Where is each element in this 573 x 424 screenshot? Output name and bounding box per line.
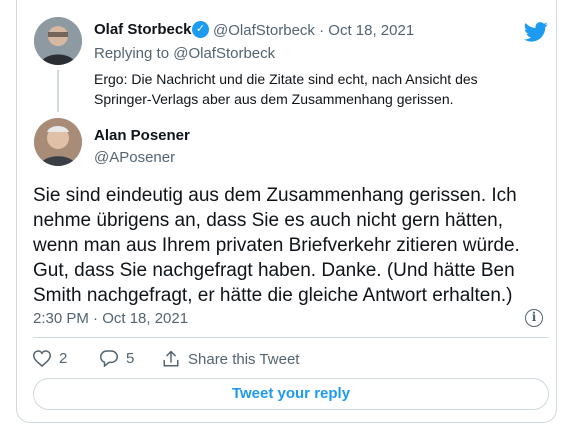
share-label: Share this Tweet — [188, 350, 300, 368]
like-count: 2 — [59, 350, 68, 367]
twitter-bird-icon[interactable] — [524, 22, 548, 42]
reply-bubble-icon — [100, 350, 118, 367]
separator-dot: · — [319, 22, 325, 39]
replying-to-prefix: Replying to — [94, 45, 170, 62]
quoted-handle[interactable]: @OlafStorbeck — [213, 22, 315, 39]
thread-connector-line — [57, 70, 59, 112]
heart-icon — [33, 350, 51, 367]
tweet-timestamp[interactable]: 2:30 PM · Oct 18, 2021 — [33, 310, 188, 327]
like-button[interactable]: 2 — [33, 350, 67, 367]
reply-count: 5 — [126, 350, 135, 367]
info-icon[interactable]: i — [525, 309, 543, 327]
quoted-author-handle-date[interactable]: @OlafStorbeck · Oct 18, 2021 — [213, 22, 414, 39]
quoted-author-name[interactable]: Olaf Storbeck — [94, 21, 192, 38]
replying-to-line: Replying to @OlafStorbeck — [94, 45, 275, 62]
main-tweet-text: Sie sind eindeutig aus dem Zusammenhang … — [33, 185, 520, 306]
main-author-handle[interactable]: @APosener — [94, 149, 175, 166]
divider — [33, 337, 549, 338]
avatar-alan-posener[interactable] — [34, 118, 82, 166]
share-button[interactable]: Share this Tweet — [162, 350, 299, 368]
quoted-date[interactable]: Oct 18, 2021 — [328, 22, 414, 39]
share-icon — [162, 350, 180, 368]
replying-to-handle[interactable]: @OlafStorbeck — [173, 45, 275, 62]
quoted-tweet-text: Ergo: Die Nachricht und die Zitate sind … — [94, 71, 478, 107]
reply-button[interactable]: 5 — [100, 350, 134, 367]
main-author-name[interactable]: Alan Posener — [94, 127, 190, 144]
avatar-olaf-storbeck[interactable] — [34, 17, 82, 65]
verified-badge-icon: ✓ — [192, 21, 209, 38]
tweet-your-reply-button[interactable]: Tweet your reply — [33, 378, 549, 410]
